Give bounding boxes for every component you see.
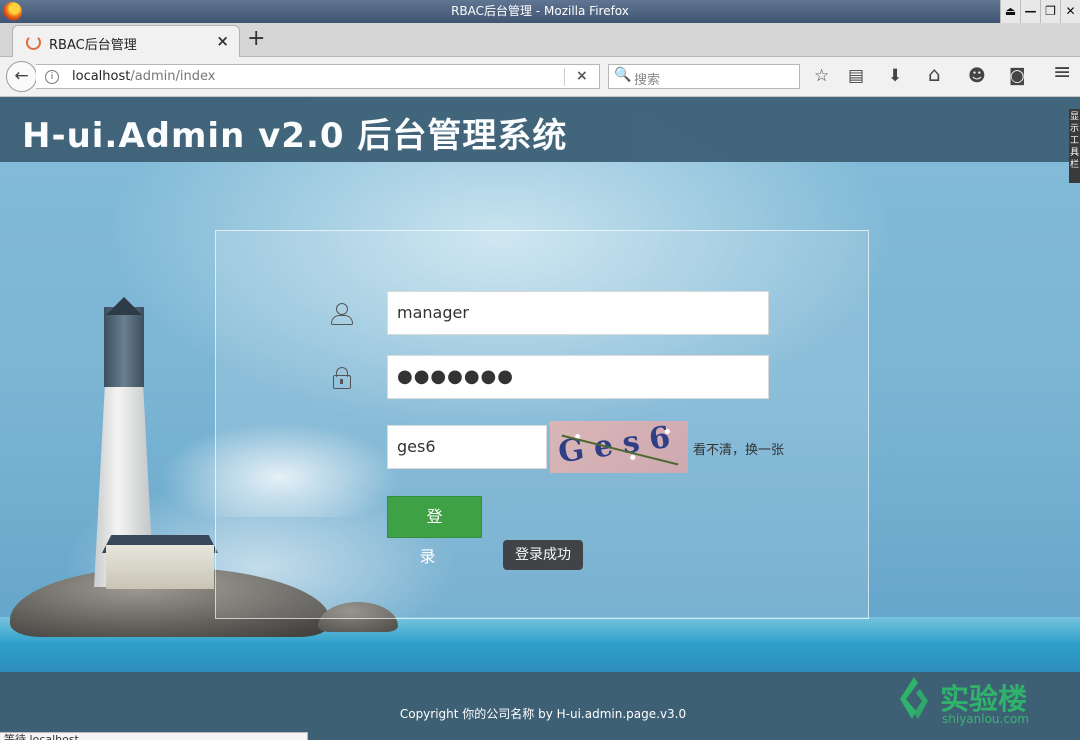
- bookmark-star-icon[interactable]: ☆: [814, 66, 829, 86]
- page-footer: 实验楼 shiyanlou.com Copyright 你的公司名称 by H-…: [0, 672, 1080, 740]
- login-button[interactable]: 登 录: [387, 496, 482, 566]
- pocket-icon[interactable]: ◙: [1009, 66, 1026, 86]
- search-bar[interactable]: 🔍 搜索: [608, 64, 800, 89]
- chat-icon[interactable]: ☻: [968, 66, 986, 86]
- lighthouse-house: [106, 545, 214, 589]
- show-toolbar-tab[interactable]: 显示工具栏: [1069, 109, 1080, 183]
- search-placeholder: 搜索: [634, 73, 661, 88]
- url-divider: [564, 68, 565, 86]
- lighthouse-cap: [106, 297, 142, 315]
- window-minimize-button[interactable]: —: [1020, 0, 1040, 23]
- tab-strip: RBAC后台管理 ×: [0, 23, 1080, 57]
- url-host: localhost: [72, 69, 131, 84]
- menu-icon[interactable]: ≡: [1053, 62, 1071, 84]
- firefox-logo-icon: [3, 2, 22, 21]
- lock-icon: [332, 367, 356, 391]
- window-controls: ⏏ — ❐ ✕: [1000, 0, 1080, 23]
- window-titlebar: RBAC后台管理 - Mozilla Firefox ⏏ — ❐ ✕: [0, 0, 1080, 23]
- page-title: H-ui.Admin v2.0 后台管理系统: [22, 116, 568, 156]
- home-icon[interactable]: ⌂: [928, 64, 941, 84]
- back-button[interactable]: ←: [6, 61, 37, 92]
- window-eject-button[interactable]: ⏏: [1000, 0, 1020, 23]
- password-field[interactable]: ●●●●●●●: [387, 355, 769, 399]
- download-icon[interactable]: ⬇: [888, 66, 902, 86]
- tab-rbac[interactable]: RBAC后台管理 ×: [12, 25, 240, 57]
- login-panel: manager ●●●●●●● ges6 Ges6 看不清，换一张 登 录 登录…: [215, 230, 869, 619]
- refresh-captcha-link[interactable]: 看不清，换一张: [693, 439, 784, 458]
- url-text[interactable]: localhost/admin/index: [72, 69, 215, 84]
- username-field[interactable]: manager: [387, 291, 769, 335]
- navigation-bar: ← i localhost/admin/index × 🔍 搜索: [0, 57, 1080, 97]
- captcha-image-text: Ges6: [556, 421, 683, 471]
- window-title: RBAC后台管理 - Mozilla Firefox: [451, 4, 629, 18]
- url-path: /admin/index: [130, 69, 216, 84]
- search-icon: 🔍: [614, 67, 632, 83]
- footer-copyright: Copyright 你的公司名称 by H-ui.admin.page.v3.0: [399, 707, 687, 721]
- captcha-image[interactable]: Ges6: [550, 421, 688, 473]
- user-icon: [330, 303, 354, 327]
- new-tab-button[interactable]: +: [247, 27, 265, 51]
- lighthouse-lantern: [104, 307, 144, 387]
- captcha-field[interactable]: ges6: [387, 425, 547, 469]
- loading-spinner-icon: [26, 35, 41, 50]
- page-header: H-ui.Admin v2.0 后台管理系统: [0, 97, 1080, 162]
- stop-loading-icon[interactable]: ×: [576, 68, 588, 84]
- site-info-icon[interactable]: i: [45, 70, 59, 84]
- window-close-button[interactable]: ✕: [1060, 0, 1080, 23]
- login-success-toast: 登录成功: [503, 540, 583, 570]
- reader-view-icon[interactable]: ▤: [848, 66, 864, 86]
- tab-close-icon[interactable]: ×: [216, 32, 229, 50]
- page-content: H-ui.Admin v2.0 后台管理系统 显示工具栏 manager ●●●…: [0, 97, 1080, 740]
- tab-title: RBAC后台管理: [49, 38, 137, 53]
- status-bar: 等待 localhost...: [0, 732, 308, 740]
- window-maximize-button[interactable]: ❐: [1040, 0, 1060, 23]
- url-bar[interactable]: i localhost/admin/index ×: [36, 64, 600, 89]
